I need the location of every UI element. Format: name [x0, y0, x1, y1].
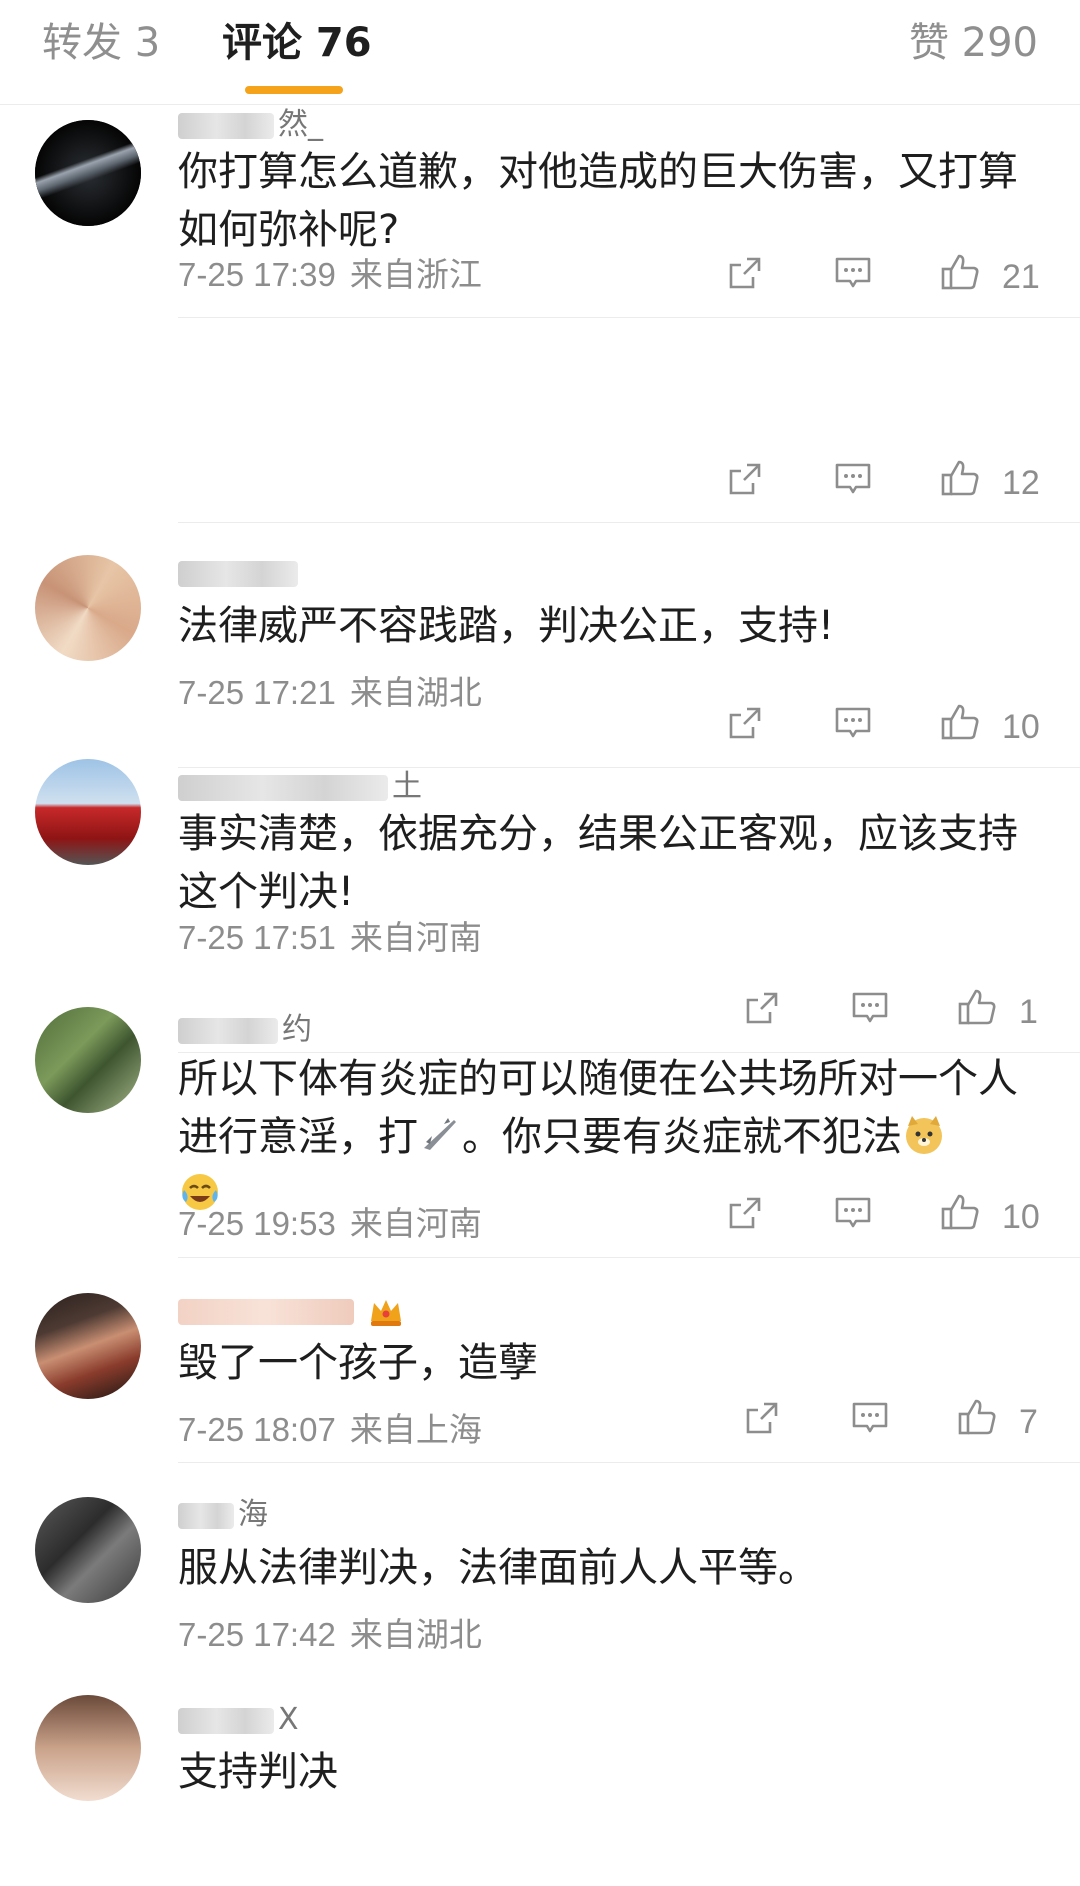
comment-icon[interactable] — [851, 1400, 889, 1446]
share-icon[interactable] — [727, 461, 763, 507]
share-icon[interactable] — [727, 1195, 763, 1241]
share-icon[interactable] — [744, 990, 780, 1036]
vip-crown-icon — [368, 1297, 404, 1327]
comment-icon[interactable] — [834, 705, 872, 751]
comment-tabs: 转发 3 评论 76 赞 290 — [0, 0, 1080, 105]
comment-icon[interactable] — [834, 461, 872, 507]
comment-actions: 10 — [0, 1192, 1080, 1241]
comment-location: 来自湖北 — [349, 1616, 482, 1653]
share-icon[interactable] — [727, 255, 763, 301]
like-count: 21 — [1002, 258, 1040, 296]
comment-divider — [178, 522, 1080, 523]
comment-divider — [178, 767, 1080, 768]
comment-text: 服从法律判决，法律面前人人平等。 — [178, 1545, 818, 1591]
like-count: 10 — [1002, 1198, 1040, 1236]
tab-likes[interactable]: 赞 290 — [909, 14, 1038, 72]
comment-location: 来自河南 — [349, 919, 482, 956]
like-count: 12 — [1002, 464, 1040, 502]
comment-username[interactable] — [178, 1293, 404, 1329]
avatar[interactable] — [35, 1497, 141, 1603]
comment-time: 7-25 17:51 — [178, 919, 336, 956]
thumbs-up-icon[interactable] — [957, 987, 997, 1033]
comment-text: 事实清楚，依据充分，结果公正客观，应该支持这个判决! — [178, 811, 1018, 915]
doge-emoji-icon — [902, 1112, 946, 1156]
comment-divider — [178, 1052, 1080, 1053]
comment-text: 毁了一个孩子，造孽 — [178, 1340, 538, 1386]
comment-username[interactable]: 海 — [178, 1497, 268, 1533]
comment-divider — [178, 1257, 1080, 1258]
avatar[interactable] — [35, 555, 141, 661]
like-count: 7 — [1019, 1403, 1038, 1441]
thumbs-up-icon[interactable] — [940, 458, 980, 504]
comment-meta: 7-25 17:51 来自河南 — [178, 918, 482, 958]
active-tab-indicator — [245, 86, 343, 94]
like-count: 10 — [1002, 708, 1040, 746]
comment-icon[interactable] — [834, 255, 872, 301]
comment-text: 法律威严不容践踏，判决公正，支持! — [178, 603, 835, 649]
like-count: 1 — [1019, 993, 1038, 1031]
thumbs-up-icon[interactable] — [957, 1397, 997, 1443]
tab-repost[interactable]: 转发 3 — [42, 14, 160, 72]
comment-text: 支持判决 — [178, 1749, 338, 1795]
thumbs-up-icon[interactable] — [940, 252, 980, 298]
comment-icon[interactable] — [834, 1195, 872, 1241]
comment-actions: 21 — [0, 252, 1080, 301]
airplane-emoji-icon — [418, 1112, 462, 1156]
avatar[interactable] — [35, 1695, 141, 1801]
avatar[interactable] — [35, 1293, 141, 1399]
comment-actions: 1 — [0, 987, 1080, 1036]
comment-text: 你打算怎么道歉，对他造成的巨大伤害，又打算如何弥补呢? — [178, 149, 1018, 253]
comment-time: 7-25 17:42 — [178, 1616, 336, 1653]
comment-actions: 10 — [0, 702, 1080, 751]
share-icon[interactable] — [727, 705, 763, 751]
avatar[interactable] — [35, 120, 141, 226]
comment-actions: 12 — [0, 458, 1080, 507]
comment-username[interactable] — [178, 555, 302, 591]
comment-username[interactable]: 土 — [178, 769, 422, 805]
comment-meta: 7-25 17:42 来自湖北 — [178, 1615, 482, 1655]
share-icon[interactable] — [744, 1400, 780, 1446]
tab-comments[interactable]: 评论 76 — [222, 14, 372, 72]
avatar[interactable] — [35, 759, 141, 865]
thumbs-up-icon[interactable] — [940, 1192, 980, 1238]
comment-username[interactable]: X — [178, 1702, 299, 1738]
comment-username[interactable]: 然_ — [178, 107, 323, 143]
comment-icon[interactable] — [851, 990, 889, 1036]
comment-actions: 7 — [0, 1397, 1080, 1446]
comment-divider — [178, 317, 1080, 318]
thumbs-up-icon[interactable] — [940, 702, 980, 748]
comment-divider — [178, 1462, 1080, 1463]
